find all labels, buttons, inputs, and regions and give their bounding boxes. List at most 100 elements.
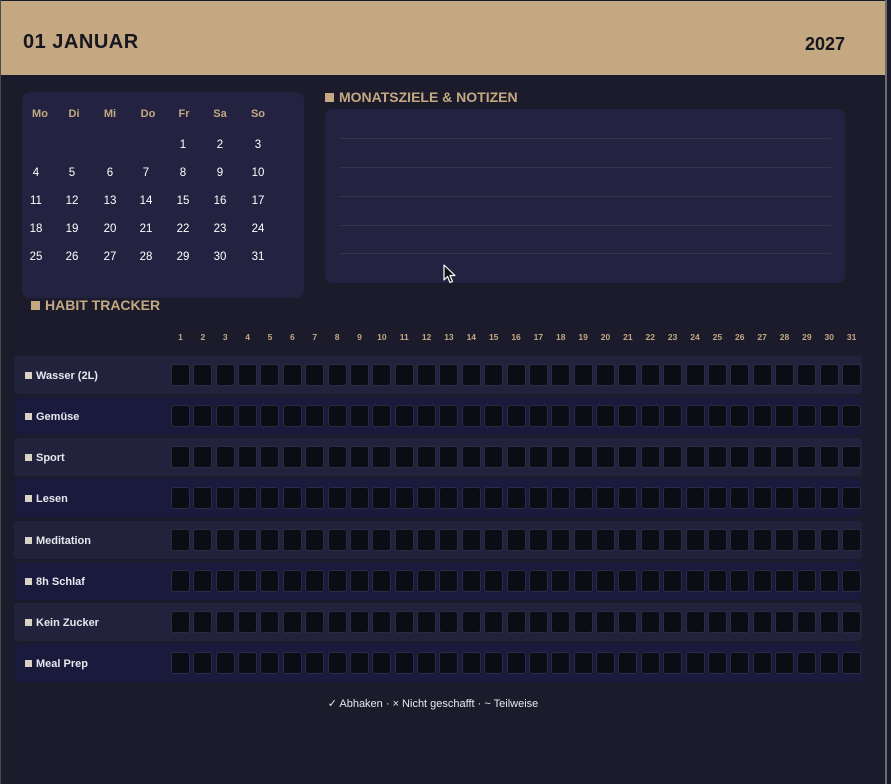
habit-checkbox[interactable] (618, 610, 638, 633)
habit-checkbox[interactable] (573, 610, 593, 633)
habit-checkbox[interactable] (484, 364, 504, 386)
habit-checkbox[interactable] (685, 528, 705, 551)
habit-checkbox[interactable] (215, 446, 235, 469)
habit-checkbox[interactable] (797, 487, 817, 510)
habit-checkbox[interactable] (596, 569, 616, 592)
habit-checkbox[interactable] (417, 364, 437, 386)
habit-checkbox[interactable] (707, 610, 727, 633)
habit-checkbox[interactable] (260, 651, 280, 674)
habit-checkbox[interactable] (171, 487, 190, 510)
habit-checkbox[interactable] (439, 610, 459, 633)
habit-checkbox[interactable] (596, 487, 616, 510)
habit-checkbox[interactable] (417, 446, 437, 469)
habit-checkbox[interactable] (842, 446, 862, 469)
habit-checkbox[interactable] (528, 569, 548, 592)
habit-checkbox[interactable] (260, 610, 280, 633)
habit-checkbox[interactable] (260, 569, 280, 592)
habit-checkbox[interactable] (193, 610, 213, 633)
habit-checkbox[interactable] (663, 487, 683, 510)
habit-checkbox[interactable] (596, 364, 616, 386)
habit-checkbox[interactable] (596, 651, 616, 674)
habit-checkbox[interactable] (842, 569, 862, 592)
habit-checkbox[interactable] (349, 569, 369, 592)
habit-checkbox[interactable] (417, 569, 437, 592)
habit-checkbox[interactable] (707, 528, 727, 551)
habit-checkbox[interactable] (819, 446, 839, 469)
habit-checkbox[interactable] (752, 487, 772, 510)
habit-checkbox[interactable] (596, 610, 616, 633)
habit-checkbox[interactable] (663, 446, 683, 469)
habit-checkbox[interactable] (551, 569, 571, 592)
calendar-day[interactable]: 16 (202, 195, 238, 207)
habit-checkbox[interactable] (797, 569, 817, 592)
habit-checkbox[interactable] (707, 569, 727, 592)
habit-checkbox[interactable] (842, 405, 862, 428)
habit-checkbox[interactable] (461, 569, 481, 592)
habit-checkbox[interactable] (797, 446, 817, 469)
habit-checkbox[interactable] (394, 487, 414, 510)
habit-checkbox[interactable] (394, 610, 414, 633)
habit-checkbox[interactable] (193, 569, 213, 592)
habit-checkbox[interactable] (707, 487, 727, 510)
habit-checkbox[interactable] (171, 651, 190, 674)
habit-checkbox[interactable] (819, 651, 839, 674)
habit-checkbox[interactable] (685, 651, 705, 674)
habit-checkbox[interactable] (305, 446, 325, 469)
calendar-day[interactable]: 26 (54, 251, 90, 263)
habit-checkbox[interactable] (349, 446, 369, 469)
habit-checkbox[interactable] (819, 487, 839, 510)
habit-checkbox[interactable] (461, 651, 481, 674)
habit-checkbox[interactable] (461, 364, 481, 386)
calendar-day[interactable]: 4 (18, 167, 54, 179)
habit-checkbox[interactable] (819, 405, 839, 428)
habit-checkbox[interactable] (327, 487, 347, 510)
habit-checkbox[interactable] (349, 610, 369, 633)
habit-checkbox[interactable] (305, 651, 325, 674)
habit-checkbox[interactable] (417, 528, 437, 551)
habit-checkbox[interactable] (439, 405, 459, 428)
habit-checkbox[interactable] (752, 610, 772, 633)
habit-checkbox[interactable] (327, 569, 347, 592)
calendar-day[interactable]: 24 (240, 223, 276, 235)
habit-checkbox[interactable] (215, 405, 235, 428)
habit-checkbox[interactable] (171, 528, 190, 551)
habit-checkbox[interactable] (774, 528, 794, 551)
habit-checkbox[interactable] (193, 446, 213, 469)
habit-checkbox[interactable] (551, 364, 571, 386)
habit-checkbox[interactable] (685, 569, 705, 592)
habit-checkbox[interactable] (707, 364, 727, 386)
habit-checkbox[interactable] (730, 364, 750, 386)
habit-checkbox[interactable] (238, 364, 258, 386)
habit-checkbox[interactable] (215, 487, 235, 510)
habit-checkbox[interactable] (819, 610, 839, 633)
habit-checkbox[interactable] (260, 487, 280, 510)
habit-checkbox[interactable] (461, 405, 481, 428)
habit-checkbox[interactable] (260, 364, 280, 386)
habit-checkbox[interactable] (797, 405, 817, 428)
habit-checkbox[interactable] (282, 610, 302, 633)
habit-checkbox[interactable] (394, 364, 414, 386)
habit-checkbox[interactable] (618, 569, 638, 592)
habit-checkbox[interactable] (193, 487, 213, 510)
habit-checkbox[interactable] (573, 651, 593, 674)
calendar-day[interactable]: 8 (165, 167, 201, 179)
habit-checkbox[interactable] (327, 528, 347, 551)
habit-checkbox[interactable] (327, 364, 347, 386)
habit-checkbox[interactable] (238, 446, 258, 469)
habit-checkbox[interactable] (372, 487, 392, 510)
habit-checkbox[interactable] (439, 528, 459, 551)
calendar-day[interactable]: 28 (128, 251, 164, 263)
habit-checkbox[interactable] (305, 405, 325, 428)
habit-checkbox[interactable] (663, 364, 683, 386)
habit-checkbox[interactable] (171, 569, 190, 592)
habit-checkbox[interactable] (193, 405, 213, 428)
habit-checkbox[interactable] (349, 528, 369, 551)
habit-checkbox[interactable] (484, 528, 504, 551)
habit-checkbox[interactable] (774, 446, 794, 469)
habit-checkbox[interactable] (372, 446, 392, 469)
habit-checkbox[interactable] (528, 651, 548, 674)
habit-checkbox[interactable] (752, 528, 772, 551)
habit-checkbox[interactable] (394, 405, 414, 428)
habit-checkbox[interactable] (506, 446, 526, 469)
habit-checkbox[interactable] (506, 569, 526, 592)
